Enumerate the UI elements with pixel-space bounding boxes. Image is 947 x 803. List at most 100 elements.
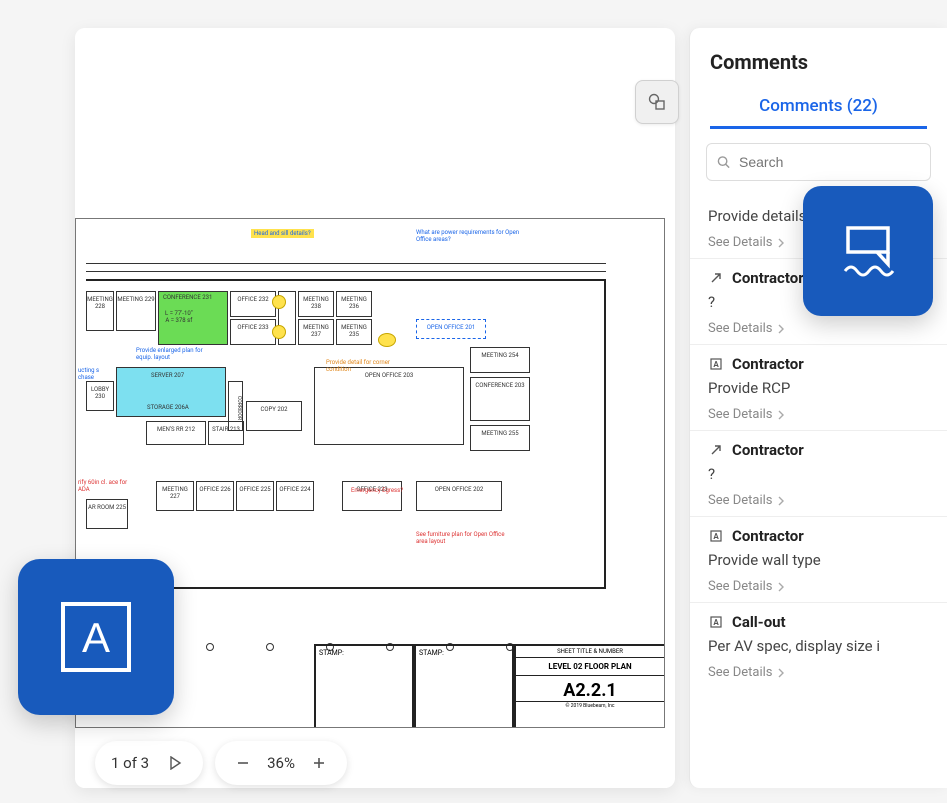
- sheet-number: A2.2.1: [516, 676, 664, 701]
- chevron-right-icon: [777, 238, 785, 248]
- chevron-right-icon: [777, 496, 785, 506]
- svg-text:A: A: [713, 532, 719, 541]
- zoom-in-button[interactable]: [307, 756, 331, 770]
- comment-item[interactable]: A Contractor Provide RCP See Details: [690, 344, 947, 430]
- title-block: SHEET TITLE & NUMBER LEVEL 02 FLOOR PLAN…: [514, 644, 664, 727]
- plus-icon: [312, 756, 326, 770]
- see-details-link[interactable]: See Details: [708, 235, 785, 250]
- room-office-227: OFFICE 225: [236, 481, 274, 511]
- sheet-a-icon: A: [708, 356, 724, 372]
- room-label: SERVER 207: [151, 372, 184, 379]
- room-office-224: OFFICE 224: [276, 481, 314, 511]
- sheet-a-icon: A: [708, 614, 724, 630]
- page-control: 1 of 3: [95, 741, 203, 785]
- room-conference-203: CONFERENCE 203: [470, 377, 530, 421]
- room-meeting-235: MEETING 238: [298, 291, 334, 317]
- room-storage-206a: SERVER 207 STORAGE 206A: [116, 367, 226, 417]
- annotation-ada[interactable]: rify 60in cl. ace for ADA: [78, 479, 128, 493]
- room-office-233: OFFICE 233: [230, 319, 276, 345]
- zoom-level: 36%: [267, 754, 295, 772]
- arrow-ne-icon: [708, 270, 724, 286]
- comment-role: Contractor: [708, 441, 929, 459]
- see-details-label: See Details: [708, 579, 773, 594]
- chevron-right-icon: [777, 410, 785, 420]
- next-page-button[interactable]: [163, 756, 187, 770]
- dimension-line: [86, 271, 606, 272]
- plan-name: LEVEL 02 FLOOR PLAN: [516, 658, 664, 676]
- annotation-marker[interactable]: [272, 325, 286, 339]
- viewer-controls: 1 of 3 36%: [95, 741, 347, 785]
- see-details-link[interactable]: See Details: [708, 321, 785, 336]
- annotation-egress[interactable]: Emergency Egress?: [351, 487, 403, 494]
- see-details-link[interactable]: See Details: [708, 579, 785, 594]
- dimension-line: [86, 263, 606, 264]
- comments-title: Comments: [690, 28, 947, 88]
- annotation-head-sill[interactable]: Head and sill details?: [251, 229, 314, 238]
- room-stair-213: STAIR 213: [208, 421, 244, 445]
- tool-badge-sheet-a[interactable]: A: [18, 559, 174, 715]
- room-meeting-237: MEETING 237: [298, 319, 334, 345]
- play-icon: [168, 756, 182, 770]
- comment-role: A Contractor: [708, 355, 929, 373]
- sheet-a-icon: A: [708, 528, 724, 544]
- room-mens-rr-212: MEN'S RR 212: [146, 421, 206, 445]
- role-label: Call-out: [732, 613, 786, 631]
- comment-item[interactable]: A Call-out Per AV spec, display size i S…: [690, 602, 947, 688]
- role-label: Contractor: [732, 269, 804, 287]
- see-details-label: See Details: [708, 407, 773, 422]
- title-block-header: SHEET TITLE & NUMBER: [516, 646, 664, 658]
- see-details-link[interactable]: See Details: [708, 665, 785, 680]
- comments-search[interactable]: [706, 143, 931, 181]
- zoom-out-button[interactable]: [231, 756, 255, 770]
- annotation-power-req[interactable]: What are power requirements for Open Off…: [416, 229, 526, 243]
- room-conference-231: CONFERENCE 231 L = 77'-10" A = 378 sf: [158, 291, 228, 345]
- comment-text: Per AV spec, display size i: [708, 637, 929, 655]
- room-office-232: OFFICE 232: [230, 291, 276, 317]
- room-lobby-230: LOBBY 230: [86, 381, 114, 411]
- see-details-label: See Details: [708, 493, 773, 508]
- see-details-link[interactable]: See Details: [708, 407, 785, 422]
- shapes-tool-button[interactable]: [635, 80, 679, 124]
- search-icon: [717, 155, 731, 170]
- see-details-link[interactable]: See Details: [708, 493, 785, 508]
- letter-a-icon: A: [57, 598, 135, 676]
- room-meeting-228: MEETING 228: [86, 291, 114, 331]
- room-open-office-202: OPEN OFFICE 202: [416, 481, 502, 511]
- room-meeting-229: MEETING 229: [116, 291, 156, 331]
- search-input[interactable]: [739, 154, 920, 170]
- minus-icon: [236, 756, 250, 770]
- svg-text:A: A: [713, 360, 719, 369]
- comment-text: Provide RCP: [708, 379, 929, 397]
- shapes-icon: [647, 92, 667, 112]
- role-label: Contractor: [732, 355, 804, 373]
- stamp-cell-1: STAMP:: [314, 644, 414, 727]
- annotation-marker[interactable]: [378, 333, 396, 347]
- see-details-label: See Details: [708, 235, 773, 250]
- comment-item[interactable]: Contractor ? See Details: [690, 430, 947, 516]
- room-meeting-236: MEETING 236: [336, 291, 372, 317]
- zoom-control: 36%: [215, 741, 347, 785]
- annotation-chase[interactable]: ucting s chase: [78, 367, 108, 381]
- role-label: Contractor: [732, 441, 804, 459]
- room-office-223: OFFICE 223: [342, 481, 402, 511]
- room-meeting-254: MEETING 254: [470, 347, 530, 373]
- annotation-enlarged[interactable]: Provide enlarged plan for equip. layout: [136, 347, 206, 361]
- stamp-cell-2: STAMP:: [414, 644, 514, 727]
- arrow-ne-icon: [708, 442, 724, 458]
- room-meeting-227: MEETING 227: [156, 481, 194, 511]
- room-copy-202: COPY 202: [246, 401, 302, 431]
- comments-tab[interactable]: Comments (22): [710, 88, 927, 129]
- annotation-furniture[interactable]: See furniture plan for Open Office area …: [416, 531, 506, 545]
- comment-item[interactable]: A Contractor Provide wall type See Detai…: [690, 516, 947, 602]
- tool-badge-markup[interactable]: [803, 186, 933, 316]
- room-office-226: OFFICE 226: [196, 481, 234, 511]
- svg-text:A: A: [713, 618, 719, 627]
- room-label: STORAGE 206A: [147, 404, 189, 411]
- annotation-marker[interactable]: [272, 295, 286, 309]
- room-ar-225: AR ROOM 225: [86, 499, 128, 529]
- comment-role: A Call-out: [708, 613, 929, 631]
- annotation-corner[interactable]: Provide detail for corner condition: [326, 359, 396, 373]
- room-open-office-201: OPEN OFFICE 201: [416, 319, 486, 339]
- see-details-label: See Details: [708, 321, 773, 336]
- room-open-office-203: OPEN OFFICE 203: [314, 367, 464, 445]
